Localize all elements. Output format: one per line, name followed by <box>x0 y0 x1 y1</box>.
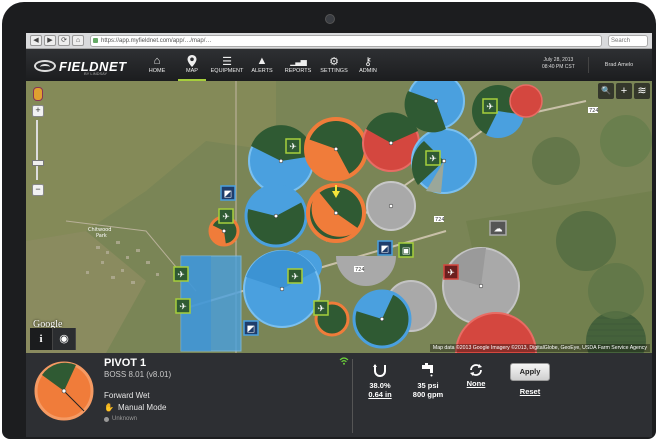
current-time: 08:40 PM CST <box>542 64 575 70</box>
brand-sub: BY LINDSAY <box>84 71 108 76</box>
svg-text:◩: ◩ <box>381 245 390 255</box>
nav-alerts-label: ALERTS <box>251 68 273 74</box>
road-shield-3: 724 <box>355 267 365 273</box>
current-date: July 28, 2013 <box>543 57 574 63</box>
svg-text:◩: ◩ <box>224 190 233 200</box>
nav-equipment-label: EQUIPMENT <box>210 68 244 74</box>
pivot-detail-panel: PIVOT 1 BOSS 8.01 (v8.01) Forward Wet ✋ … <box>26 353 652 437</box>
road-shield-2: 724 <box>435 217 445 223</box>
connection-status: Unknown <box>104 416 137 422</box>
browser-search-input[interactable]: Search <box>608 34 648 47</box>
nav-home[interactable]: ⌂ HOME <box>137 54 177 74</box>
hand-icon: ✋ <box>104 403 114 412</box>
pivot-name: PIVOT 1 <box>104 357 147 369</box>
zoom-slider[interactable] <box>32 120 44 180</box>
svg-text:✈: ✈ <box>177 271 185 281</box>
svg-text:☁: ☁ <box>494 225 503 235</box>
home-icon: ⌂ <box>153 55 161 67</box>
panel-divider <box>352 359 353 433</box>
reset-link[interactable]: Reset <box>510 387 550 396</box>
depth-inches[interactable]: 0.64 in <box>358 390 402 399</box>
svg-text:▣: ▣ <box>402 247 411 257</box>
reload-button[interactable]: ⟳ <box>58 35 70 46</box>
svg-text:✈: ✈ <box>486 103 494 113</box>
nav-map-label: MAP <box>186 68 198 74</box>
svg-text:✈: ✈ <box>291 273 299 283</box>
nav-equipment[interactable]: ☰ EQUIPMENT <box>207 54 247 75</box>
road-shield-1: 724 <box>589 108 599 114</box>
browser-toolbar: ◀ ▶ ⟳ ⌂ https://app.myfieldnet.com/app/…… <box>26 33 652 49</box>
key-icon: ⚷ <box>363 55 373 68</box>
app-screen: ◀ ▶ ⟳ ⌂ https://app.myfieldnet.com/app/…… <box>26 33 652 437</box>
status-dot-icon <box>104 416 109 422</box>
user-menu[interactable]: Brad Amelo <box>588 57 649 73</box>
pivot-direction: Forward Wet <box>104 391 150 400</box>
zoom-control: + − <box>32 87 44 196</box>
pivot-mode-label: Manual Mode <box>117 403 167 412</box>
zoom-in-button[interactable]: + <box>32 105 44 117</box>
nav-home-label: HOME <box>148 68 166 74</box>
info-tab[interactable]: i <box>30 328 53 350</box>
stop-mode[interactable]: None <box>454 379 498 388</box>
home-browser-button[interactable]: ⌂ <box>72 35 84 46</box>
water-control[interactable]: 35 psi 800 gpm <box>406 361 450 399</box>
forward-button[interactable]: ▶ <box>44 35 56 46</box>
logo-mark-icon <box>34 60 56 72</box>
fieldnet-logo[interactable]: FIELDNET <box>34 56 127 76</box>
crosshair-icon[interactable]: + <box>616 83 632 99</box>
search-icon[interactable]: 🔍 <box>598 83 614 99</box>
camera-icon <box>325 14 335 24</box>
apply-button[interactable]: Apply <box>510 363 550 381</box>
date-time: July 28, 2013 08:40 PM CST <box>542 57 575 71</box>
layers-icon[interactable]: ≋ <box>634 83 650 99</box>
connection-label: Unknown <box>112 416 138 422</box>
wifi-icon <box>339 357 349 367</box>
address-text: https://app.myfieldnet.com/app/…/map/… <box>101 37 212 44</box>
svg-text:✈: ✈ <box>429 155 437 165</box>
list-icon: ☰ <box>222 55 232 68</box>
satellite-map: ✈ ✈ ✈ ◩ ✈ ✈ ✈ ✈ ✈ ◩ ▣ ✈ ☁ ◩ 724 724 724 … <box>26 81 652 353</box>
street-view-icon[interactable] <box>33 87 43 101</box>
warning-icon: ▲ <box>256 55 268 67</box>
zoom-out-button[interactable]: − <box>32 184 44 196</box>
depth-control[interactable]: 38.0% 0.64 in <box>358 361 402 399</box>
chart-icon: ▁▃▅ <box>290 56 306 66</box>
cycle-icon <box>454 361 498 379</box>
nav-alerts[interactable]: ▲ ALERTS <box>242 54 282 74</box>
map-pin-icon <box>172 54 212 68</box>
stop-control[interactable]: None <box>454 361 498 388</box>
map-toolbar: 🔍 + ≋ <box>598 83 650 99</box>
address-bar[interactable]: https://app.myfieldnet.com/app/…/map/… <box>90 34 602 47</box>
globe-tab[interactable]: ◉ <box>53 328 76 350</box>
map-attribution: Map data ©2013 Google Imagery ©2013, Dig… <box>429 344 650 352</box>
svg-text:✈: ✈ <box>289 143 297 153</box>
nav-reports-label: REPORTS <box>284 68 312 74</box>
depth-percent: 38.0% <box>369 381 391 390</box>
faucet-icon <box>406 361 450 379</box>
nav-admin-label: ADMIN <box>359 68 377 74</box>
water-pressure: 35 psi <box>417 381 439 390</box>
zoom-thumb[interactable] <box>32 160 44 166</box>
svg-text:✈: ✈ <box>317 305 325 315</box>
pivot-gauge <box>34 361 94 421</box>
svg-text:Park: Park <box>96 233 107 239</box>
pivot-mode: ✋ Manual Mode <box>104 403 166 412</box>
water-flow: 800 gpm <box>412 390 444 399</box>
info-tabs: i ◉ <box>30 328 76 350</box>
back-button[interactable]: ◀ <box>30 35 42 46</box>
pivot-model: BOSS 8.01 (v8.01) <box>104 370 172 379</box>
app-navbar: FIELDNET BY LINDSAY ⌂ HOME MAP ☰ EQUIPME… <box>26 49 652 82</box>
nav-map[interactable]: MAP <box>172 54 212 82</box>
lock-icon <box>93 37 98 43</box>
nav-reports[interactable]: ▁▃▅ REPORTS <box>278 54 318 75</box>
map-view[interactable]: ✈ ✈ ✈ ◩ ✈ ✈ ✈ ✈ ✈ ◩ ▣ ✈ ☁ ◩ 724 724 724 … <box>26 81 652 353</box>
nav-admin[interactable]: ⚷ ADMIN <box>348 54 388 75</box>
svg-text:✈: ✈ <box>179 303 187 313</box>
svg-text:✈: ✈ <box>447 269 455 279</box>
svg-text:◩: ◩ <box>247 325 256 335</box>
svg-text:✈: ✈ <box>222 213 230 223</box>
direction-icon <box>358 361 402 379</box>
device-bezel: ◀ ▶ ⟳ ⌂ https://app.myfieldnet.com/app/…… <box>0 0 658 441</box>
